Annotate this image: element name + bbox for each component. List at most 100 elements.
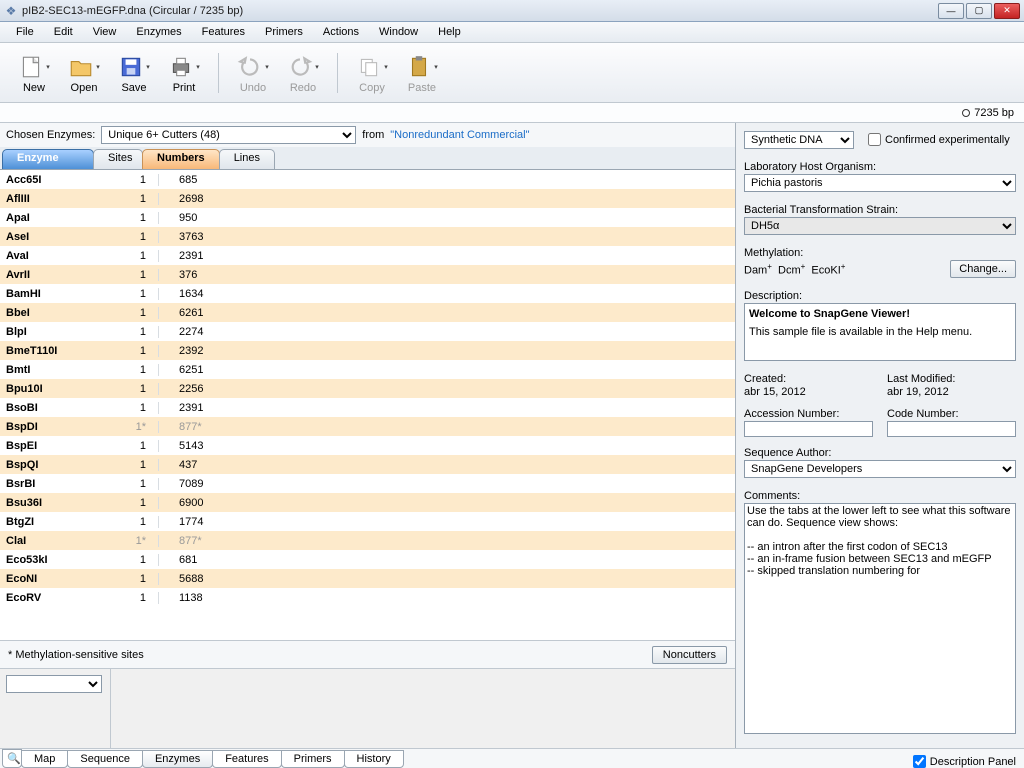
methylation-label: Methylation:	[744, 247, 1016, 259]
window-title: pIB2-SEC13-mEGFP.dna (Circular / 7235 bp…	[22, 5, 243, 17]
modified-label: Last Modified:	[887, 373, 1016, 385]
table-row[interactable]: Bpu10I12256	[0, 379, 735, 398]
new-button[interactable]: ▾New	[10, 50, 58, 96]
created-label: Created:	[744, 373, 873, 385]
confirmed-checkbox[interactable]	[868, 133, 881, 146]
menu-enzymes[interactable]: Enzymes	[126, 24, 191, 40]
enzyme-source-link[interactable]: "Nonredundant Commercial"	[390, 129, 529, 141]
author-select[interactable]: SnapGene Developers	[744, 460, 1016, 478]
enzyme-name: BspDI	[0, 421, 100, 433]
menu-edit[interactable]: Edit	[44, 24, 83, 40]
description-box[interactable]: Welcome to SnapGene Viewer! This sample …	[744, 303, 1016, 361]
menu-window[interactable]: Window	[369, 24, 428, 40]
enzyme-name: BamHI	[0, 288, 100, 300]
tab-primers[interactable]: Primers	[281, 750, 345, 768]
column-enzyme[interactable]: Enzyme	[2, 149, 94, 169]
table-row[interactable]: BbeI16261	[0, 303, 735, 322]
description-panel-checkbox[interactable]	[913, 755, 926, 768]
new-icon: ▾	[18, 52, 50, 82]
menu-view[interactable]: View	[83, 24, 127, 40]
paste-icon: ▾	[406, 52, 438, 82]
table-row[interactable]: BamHI11634	[0, 284, 735, 303]
menu-primers[interactable]: Primers	[255, 24, 313, 40]
table-row[interactable]: AflIII12698	[0, 189, 735, 208]
app-icon: ❖	[4, 4, 18, 18]
maximize-button[interactable]: ▢	[966, 3, 992, 19]
tab-map[interactable]: Map	[21, 750, 68, 768]
table-row[interactable]: BmtI16251	[0, 360, 735, 379]
enzyme-name: EcoNI	[0, 573, 100, 585]
menu-file[interactable]: File	[6, 24, 44, 40]
table-row[interactable]: BsoBI12391	[0, 398, 735, 417]
tab-sequence[interactable]: Sequence	[67, 750, 143, 768]
site-count: 1	[100, 307, 158, 319]
tab-history[interactable]: History	[344, 750, 404, 768]
enzyme-set-select[interactable]: Unique 6+ Cutters (48)	[101, 126, 356, 144]
close-button[interactable]: ✕	[994, 3, 1020, 19]
menu-help[interactable]: Help	[428, 24, 471, 40]
comments-textarea[interactable]: Use the tabs at the lower left to see wh…	[744, 503, 1016, 734]
cut-position: 3763	[158, 231, 735, 243]
change-methylation-button[interactable]: Change...	[950, 260, 1016, 278]
sequence-size: 7235 bp	[974, 107, 1014, 119]
toolbar: ▾New▾Open▾Save▾Print▾Undo▾Redo▾Copy▾Past…	[0, 43, 1024, 103]
table-row[interactable]: ApaI1950	[0, 208, 735, 227]
site-count: 1	[100, 440, 158, 452]
print-button[interactable]: ▾Print	[160, 50, 208, 96]
table-row[interactable]: BsrBI17089	[0, 474, 735, 493]
filter-select[interactable]	[6, 675, 102, 693]
cut-position: 950	[158, 212, 735, 224]
column-sites[interactable]: Sites	[93, 149, 143, 169]
cut-position: 5688	[158, 573, 735, 585]
open-button[interactable]: ▾Open	[60, 50, 108, 96]
table-row[interactable]: AseI13763	[0, 227, 735, 246]
table-row[interactable]: Bsu36I16900	[0, 493, 735, 512]
cut-position: 6900	[158, 497, 735, 509]
menu-features[interactable]: Features	[192, 24, 255, 40]
table-row[interactable]: ClaI1*877*	[0, 531, 735, 550]
table-row[interactable]: AvaI12391	[0, 246, 735, 265]
comments-label: Comments:	[744, 490, 1016, 502]
enzyme-name: ApaI	[0, 212, 100, 224]
tab-numbers[interactable]: Numbers	[142, 149, 220, 169]
lab-host-select[interactable]: Pichia pastoris	[744, 174, 1016, 192]
table-row[interactable]: BmeT110I12392	[0, 341, 735, 360]
tab-enzymes[interactable]: Enzymes	[142, 750, 213, 768]
enzyme-name: Eco53kI	[0, 554, 100, 566]
save-icon: ▾	[118, 52, 150, 82]
methylation-note: * Methylation-sensitive sites	[8, 649, 144, 661]
enzyme-name: AseI	[0, 231, 100, 243]
dna-type-select[interactable]: Synthetic DNA	[744, 131, 854, 149]
redo-button: ▾Redo	[279, 50, 327, 96]
tab-lines[interactable]: Lines	[219, 149, 275, 169]
enzyme-name: ClaI	[0, 535, 100, 547]
menu-actions[interactable]: Actions	[313, 24, 369, 40]
paste-button: ▾Paste	[398, 50, 446, 96]
site-count: 1	[100, 459, 158, 471]
code-input[interactable]	[887, 421, 1016, 437]
table-row[interactable]: BspEI15143	[0, 436, 735, 455]
accession-input[interactable]	[744, 421, 873, 437]
search-tab[interactable]: 🔍	[2, 749, 22, 768]
tab-features[interactable]: Features	[212, 750, 281, 768]
table-row[interactable]: Acc65I1685	[0, 170, 735, 189]
enzyme-table[interactable]: Acc65I1685AflIII12698ApaI1950AseI13763Av…	[0, 169, 735, 640]
noncutters-button[interactable]: Noncutters	[652, 646, 727, 664]
strain-select[interactable]: DH5α	[744, 217, 1016, 235]
table-row[interactable]: Eco53kI1681	[0, 550, 735, 569]
cut-position: 2698	[158, 193, 735, 205]
description-title: Welcome to SnapGene Viewer!	[749, 308, 1011, 320]
table-row[interactable]: EcoNI15688	[0, 569, 735, 588]
table-row[interactable]: EcoRV11138	[0, 588, 735, 607]
table-row[interactable]: BspQI1437	[0, 455, 735, 474]
site-count: 1*	[100, 421, 158, 433]
table-row[interactable]: BlpI12274	[0, 322, 735, 341]
enzyme-name: BbeI	[0, 307, 100, 319]
table-row[interactable]: BtgZI11774	[0, 512, 735, 531]
cut-position: 1774	[158, 516, 735, 528]
minimize-button[interactable]: —	[938, 3, 964, 19]
save-button[interactable]: ▾Save	[110, 50, 158, 96]
table-footer: * Methylation-sensitive sites Noncutters	[0, 640, 735, 668]
table-row[interactable]: BspDI1*877*	[0, 417, 735, 436]
table-row[interactable]: AvrII1376	[0, 265, 735, 284]
